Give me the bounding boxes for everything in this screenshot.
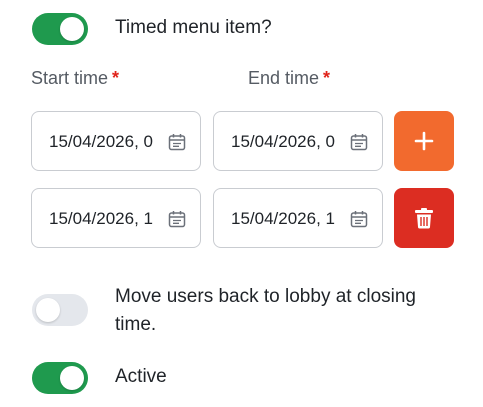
start-time-value: 15/04/2026, 0 [49,132,153,151]
start-time-value: 15/04/2026, 1 [49,209,153,228]
start-time-label: Start time * [31,68,119,89]
active-toggle[interactable] [32,362,88,394]
end-time-input[interactable]: 15/04/2026, 1 [213,188,383,248]
toggle-knob [60,17,84,41]
active-label: Active [115,366,167,387]
add-time-range-button[interactable] [394,111,454,171]
lobby-label-line1: Move users back to lobby at closing [115,286,416,307]
lobby-toggle[interactable] [32,294,88,326]
start-time-input[interactable]: 15/04/2026, 0 [31,111,201,171]
toggle-knob [36,298,60,322]
toggle-knob [60,366,84,390]
timed-menu-toggle[interactable] [32,13,88,45]
end-time-value: 15/04/2026, 1 [231,209,335,228]
calendar-icon[interactable] [350,210,368,228]
end-time-input[interactable]: 15/04/2026, 0 [213,111,383,171]
delete-time-range-button[interactable] [394,188,454,248]
end-time-label: End time * [248,68,330,89]
start-time-input[interactable]: 15/04/2026, 1 [31,188,201,248]
lobby-label-line2: time. [115,314,157,335]
timed-menu-settings: Timed menu item? Start time * End time * 1… [0,0,483,407]
start-time-label-text: Start time [31,68,109,88]
required-marker: * [112,68,120,88]
end-time-label-text: End time [248,68,320,88]
calendar-icon[interactable] [168,210,186,228]
calendar-icon[interactable] [350,133,368,151]
required-marker: * [323,68,331,88]
end-time-value: 15/04/2026, 0 [231,132,335,151]
calendar-icon[interactable] [168,133,186,151]
trash-icon [415,208,433,229]
timed-menu-label: Timed menu item? [115,17,272,38]
plus-icon [414,131,434,151]
